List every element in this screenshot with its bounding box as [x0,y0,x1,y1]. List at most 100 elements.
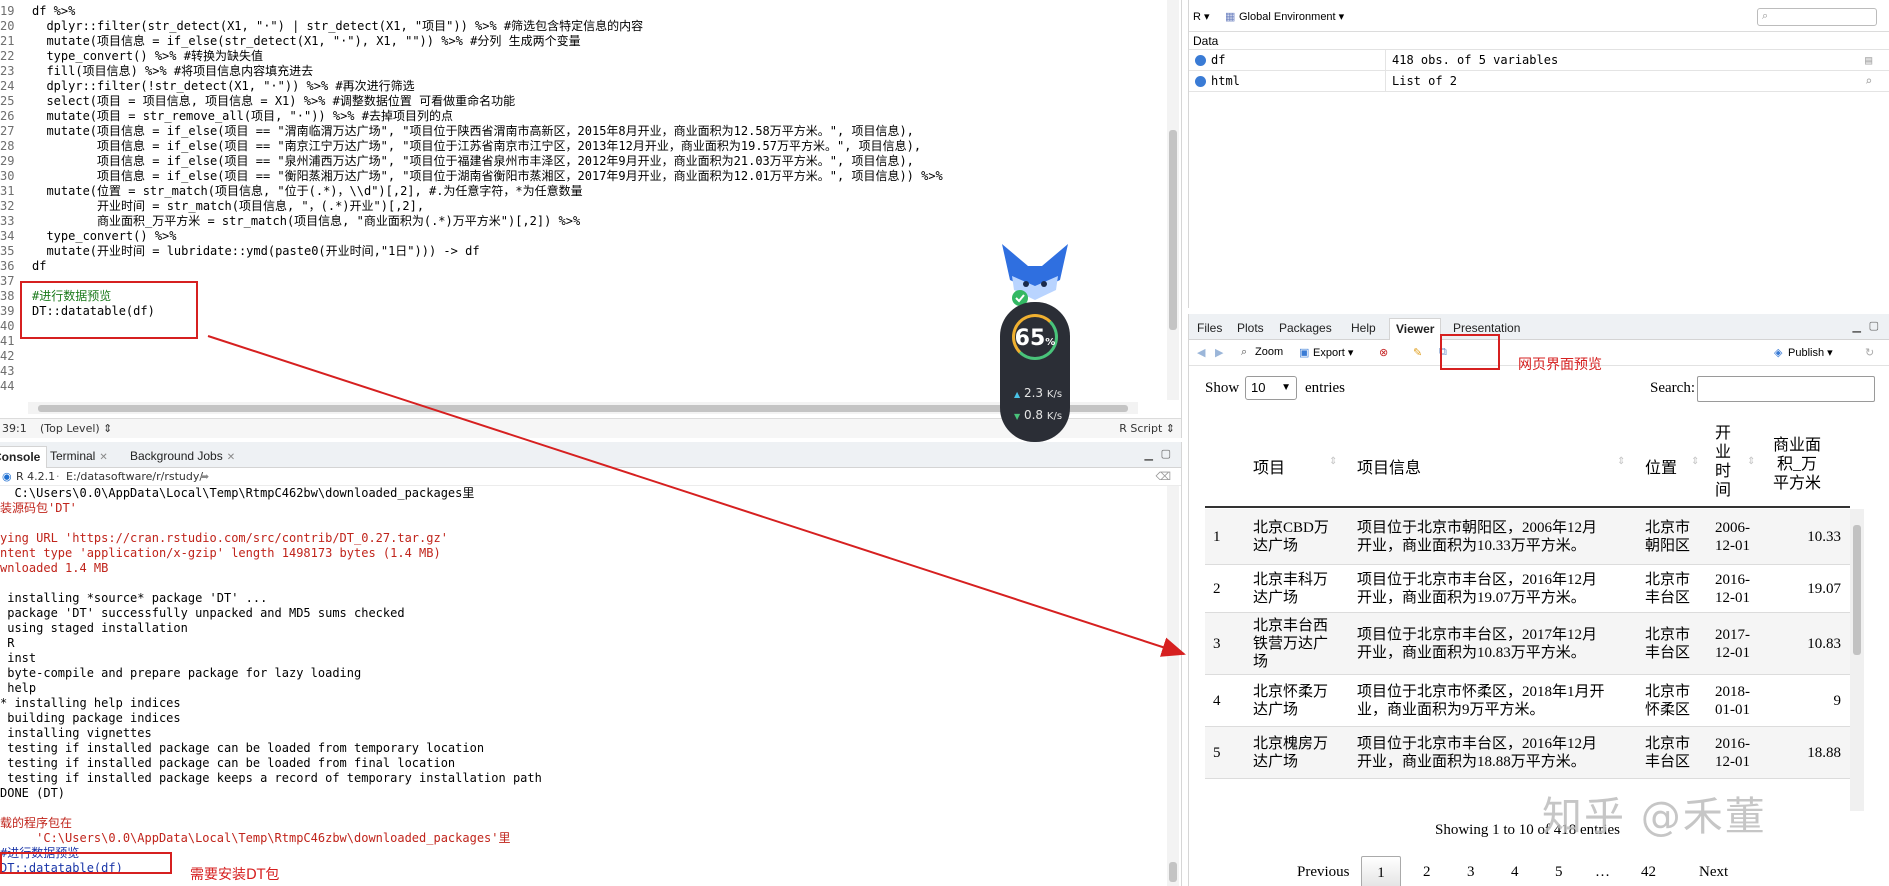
maximize-icon[interactable]: ▢ [1869,319,1879,332]
env-row-html[interactable]: html List of 2 ⌕ [1189,71,1889,92]
refresh-icon[interactable]: ↻ [1865,346,1874,359]
cell-text-line: 丰台区 [1645,754,1691,770]
table-row[interactable]: 5 北京槐房万 达广场 项目位于北京市丰台区，2016年12月 开业，商业面积为18.8… [1205,727,1850,779]
clear-console-icon[interactable]: ⌫ [1155,468,1171,486]
page-button-1[interactable]: 1 [1361,856,1401,886]
env-var-value: 418 obs. of 5 variables [1385,50,1558,70]
code-highlight-box [20,281,198,339]
sort-icon[interactable]: ⇕ [1747,456,1755,467]
viewer-pane[interactable]: Files Plots Packages Help Viewer Present… [1188,314,1889,886]
tab-terminal[interactable]: Terminal ✕ [44,446,114,468]
code-line[interactable]: df %>% [32,4,1162,19]
code-line[interactable]: dplyr::filter(str_detect(X1, "·") | str_… [32,19,1162,34]
export-button[interactable]: Export ▾ [1313,346,1353,359]
go-to-directory-icon[interactable]: ➦ [200,468,209,486]
expand-icon[interactable] [1195,55,1206,66]
code-line[interactable]: dplyr::filter(!str_detect(X1, "·")) %>% … [32,79,1162,94]
editor-vertical-scrollbar[interactable] [1167,0,1179,400]
sort-icon[interactable]: ⇕ [1329,456,1337,467]
page-length-select[interactable]: 10 ▼ [1245,376,1297,400]
code-line[interactable]: 项目信息 = if_else(项目 == "南京江宁万达广场", "项目位于江苏… [32,139,1162,154]
network-monitor-widget[interactable]: 65% ▲ 2.3 K/s ▼ 0.8 K/s [990,240,1080,442]
environment-selector[interactable]: Global Environment ▾ [1239,10,1344,23]
minimize-icon[interactable]: ▁ [1853,320,1861,333]
previous-page-button[interactable]: Previous [1297,864,1350,881]
console-line: ying URL 'https://cran.rstudio.com/src/c… [0,531,448,545]
tab-viewer[interactable]: Viewer [1389,318,1442,340]
column-header-area[interactable]: 商业面 积_万 平方米 [1773,436,1821,493]
back-arrow-icon[interactable]: ◀ [1197,346,1205,359]
page-button-3[interactable]: 3 [1467,864,1475,881]
code-line[interactable]: mutate(位置 = str_match(项目信息, "位于(.*)，\\d"… [32,184,1162,199]
code-line[interactable]: fill(项目信息) %>% #将项目信息内容填充进去 [32,64,1162,79]
cell-text-line: 开业，商业面积为19.07万平方米。 [1357,590,1586,606]
script-type-selector[interactable]: R Script ⇕ [1119,419,1175,438]
tab-packages[interactable]: Packages [1273,318,1338,340]
close-icon[interactable]: ✕ [227,452,235,463]
console-pane[interactable]: Console Terminal✕ Background Jobs✕ ▁ ▢ ◉… [0,442,1182,886]
console-line: installing *source* package 'DT' ... [0,591,268,605]
code-line[interactable]: mutate(项目信息 = if_else(项目 == "渭南临渭万达广场", … [32,124,1162,139]
zoom-button[interactable]: Zoom [1255,346,1283,358]
code-line[interactable]: 商业面积_万平方米 = str_match(项目信息, "商业面积为(.*)万平… [32,214,1162,229]
minimize-icon[interactable]: ▁ [1145,448,1153,461]
column-header-opening-date[interactable]: 开 业 时 间 [1715,424,1731,500]
code-line[interactable]: mutate(项目信息 = if_else(str_detect(X1, "·"… [32,34,1162,49]
expand-icon[interactable] [1195,76,1206,87]
working-directory[interactable]: E:/datasoftware/r/rstudy/ [66,468,203,486]
tab-console[interactable]: Console [0,446,48,468]
table-row[interactable]: 3 北京丰台西 铁营万达广场项目位于北京市丰台区，2017年12月 开业，商业面积为1… [1205,613,1850,675]
env-row-df[interactable]: df 418 obs. of 5 variables ▤ [1189,50,1889,71]
table-cell: 3 [1213,636,1221,652]
code-line[interactable]: 开业时间 = str_match(项目信息, "，(.*)开业")[,2], [32,199,1162,214]
tab-plots[interactable]: Plots [1231,318,1270,340]
code-line[interactable]: 项目信息 = if_else(项目 == "泉州浦西万达广场", "项目位于福建… [32,154,1162,169]
scope-selector[interactable]: (Top Level) ⇕ [40,419,112,438]
page-button-42[interactable]: 42 [1641,864,1656,881]
table-vertical-scrollbar[interactable] [1850,509,1864,811]
column-header-info[interactable]: 项目信息 [1357,454,1421,478]
editor-vscroll-thumb[interactable] [1169,130,1177,330]
tab-files[interactable]: Files [1191,318,1228,340]
editor-hscroll-thumb[interactable] [38,405,1128,412]
page-button-5[interactable]: 5 [1555,864,1563,881]
code-line[interactable]: select(项目 = 项目信息, 项目信息 = X1) %>% #调整数据位置… [32,94,1162,109]
view-table-icon[interactable]: ▤ [1865,53,1879,67]
sort-icon[interactable]: ⇕ [1617,456,1625,467]
header-line: 业 [1715,444,1732,461]
tab-background-jobs[interactable]: Background Jobs ✕ [124,446,241,468]
table-row[interactable]: 4 北京怀柔万 达广场 项目位于北京市怀柔区，2018年1月开 业，商业面积为9万平方米… [1205,675,1850,727]
environment-search-input[interactable]: ⌕ [1757,8,1877,26]
page-button-2[interactable]: 2 [1423,864,1431,881]
console-vscroll-thumb[interactable] [1169,862,1177,882]
page-button-4[interactable]: 4 [1511,864,1519,881]
sort-icon[interactable]: ⇕ [1691,456,1699,467]
table-search-input[interactable] [1697,376,1875,402]
table-row[interactable]: 1 北京CBD万 达广场 项目位于北京市朝阳区，2006年12月 开业，商业面积为10.… [1205,509,1850,565]
code-line[interactable]: type_convert() %>% #转换为缺失值 [32,49,1162,64]
close-icon[interactable]: ✕ [99,452,107,463]
console-output[interactable]: C:\Users\0.0\AppData\Local\Temp\RtmpC462… [0,486,1160,886]
table-header: 项目 ⇕ 项目信息 ⇕ 位置 ⇕ 开 业 时 间 ⇕ 商业面 积_万 平方米 [1205,424,1850,508]
editor-horizontal-scrollbar[interactable] [28,402,1138,414]
console-vertical-scrollbar[interactable] [1167,486,1179,886]
maximize-icon[interactable]: ▢ [1161,447,1171,460]
publish-button[interactable]: Publish ▾ [1788,346,1833,359]
broom-icon[interactable]: ✎ [1413,346,1422,359]
table-cell: 18.88 [1807,745,1841,761]
code-line[interactable]: mutate(项目 = str_remove_all(项目, "·")) %>%… [32,109,1162,124]
next-page-button[interactable]: Next [1699,864,1728,881]
environment-pane[interactable]: R ▾ ▦ Global Environment ▾ ⌕ Data df 418… [1188,0,1889,308]
tab-help[interactable]: Help [1345,318,1382,340]
forward-arrow-icon[interactable]: ▶ [1215,346,1223,359]
language-selector[interactable]: R ▾ [1193,10,1210,23]
column-header-name[interactable]: 项目 [1253,454,1285,478]
clear-viewer-icon[interactable]: ⊗ [1379,346,1388,359]
column-header-location[interactable]: 位置 [1645,454,1677,478]
inspect-icon[interactable]: ⌕ [1865,74,1879,88]
table-vscroll-thumb[interactable] [1853,525,1861,655]
table-row[interactable]: 2 北京丰科万 达广场 项目位于北京市丰台区，2016年12月 开业，商业面积为19.0… [1205,565,1850,613]
code-line[interactable]: 项目信息 = if_else(项目 == "衡阳蒸湘万达广场", "项目位于湖南… [32,169,1162,184]
table-cell: 项目位于北京市怀柔区，2018年1月开 业，商业面积为9万平方米。 [1357,683,1605,719]
